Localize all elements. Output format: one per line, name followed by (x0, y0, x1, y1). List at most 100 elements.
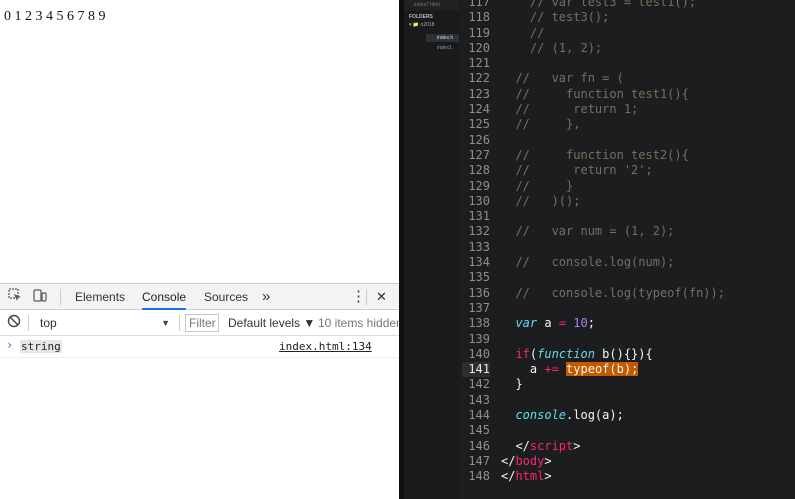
code-line[interactable]: 146 </script> (404, 439, 795, 454)
code-line[interactable]: 135 (404, 270, 795, 285)
line-number: 132 (468, 224, 490, 239)
line-number: 131 (468, 209, 490, 224)
code-line[interactable]: 124 // return 1; (404, 102, 795, 117)
code-text[interactable]: } (501, 377, 522, 392)
code-text[interactable]: // var num = (1, 2); (501, 224, 674, 239)
code-text[interactable]: </body> (501, 454, 552, 469)
devtools-panel: Elements Console Sources » ⋮ ✕ top ▼ Fil… (0, 283, 399, 499)
line-number: 136 (468, 285, 490, 300)
code-line[interactable]: 125 // }, (404, 117, 795, 132)
code-line[interactable]: 143 (404, 393, 795, 408)
code-text[interactable]: // console.log(typeof(fn)); (501, 286, 725, 301)
device-toolbar-icon[interactable] (31, 288, 49, 306)
line-number: 129 (468, 178, 490, 193)
code-text[interactable]: // function test2(){ (501, 148, 688, 163)
tab-separator (60, 289, 61, 305)
console-log-source-link[interactable]: index.html:134 (279, 340, 372, 353)
code-lines[interactable]: 117 // var test3 = test1(); 118 // test3(… (404, 0, 795, 485)
code-line[interactable]: 144 console.log(a); (404, 408, 795, 423)
code-line[interactable]: 117 // var test3 = test1(); (404, 0, 795, 10)
context-selector[interactable]: top ▼ (36, 313, 174, 333)
code-line[interactable]: 136 // console.log(typeof(fn)); (404, 286, 795, 301)
line-number: 125 (468, 117, 490, 132)
line-number: 142 (468, 377, 490, 392)
code-line[interactable]: 141 a += typeof(b); (404, 362, 795, 378)
code-line[interactable]: 131 (404, 209, 795, 224)
toolbar-separator (28, 315, 29, 331)
code-line[interactable]: 134 // console.log(num); (404, 255, 795, 270)
devtools-menu-icon[interactable]: ⋮ (351, 284, 366, 310)
code-line[interactable]: 147 </body> (404, 454, 795, 469)
clear-console-icon[interactable] (5, 314, 23, 332)
code-text[interactable]: </html> (501, 469, 552, 484)
tab-separator (366, 289, 367, 305)
code-line[interactable]: 145 (404, 423, 795, 438)
line-number: 139 (468, 331, 490, 346)
code-line[interactable]: 120 // (1, 2); (404, 41, 795, 56)
code-text[interactable]: // (1, 2); (501, 41, 602, 56)
code-line[interactable]: 122 // var fn = ( (404, 71, 795, 86)
code-line[interactable]: 126 (404, 133, 795, 148)
code-text[interactable]: // (501, 26, 544, 41)
toolbar-separator (179, 315, 180, 331)
inspect-element-icon[interactable] (6, 288, 24, 306)
console-prompt-icon[interactable]: › (6, 338, 13, 352)
tab-console[interactable]: Console (142, 284, 187, 310)
line-number: 144 (468, 408, 490, 423)
code-line[interactable]: 137 (404, 301, 795, 316)
code-line[interactable]: 127 // function test2(){ (404, 148, 795, 163)
code-line[interactable]: 129 // } (404, 179, 795, 194)
line-number: 127 (468, 147, 490, 162)
code-text[interactable]: var a = 10; (501, 316, 595, 331)
code-text[interactable]: // var fn = ( (501, 71, 623, 86)
line-number: 146 (468, 438, 490, 453)
code-line[interactable]: 133 (404, 240, 795, 255)
code-line[interactable]: 138 var a = 10; (404, 316, 795, 331)
line-number: 121 (468, 56, 490, 71)
code-line[interactable]: 132 // var num = (1, 2); (404, 224, 795, 239)
page-output-text: 0 1 2 3 4 5 6 7 8 9 (4, 9, 106, 24)
browser-viewport: 0 1 2 3 4 5 6 7 8 9 Elements Console Sou… (0, 0, 399, 499)
line-number: 143 (468, 392, 490, 407)
code-editor: index7.html FOLDERS ▾ 📁 n2018 index.h in… (404, 0, 795, 499)
code-line[interactable]: 139 (404, 332, 795, 347)
line-number: 147 (468, 453, 490, 468)
code-text[interactable]: // var test3 = test1(); (501, 0, 696, 10)
more-tabs-icon[interactable]: » (262, 284, 270, 310)
filter-input[interactable]: Filter (185, 314, 219, 332)
code-line[interactable]: 119 // (404, 26, 795, 41)
code-text[interactable]: // console.log(num); (501, 255, 674, 270)
code-line[interactable]: 128 // return '2'; (404, 163, 795, 178)
code-text[interactable]: // )(); (501, 194, 580, 209)
tab-elements[interactable]: Elements (75, 284, 125, 310)
console-log-value: string (20, 340, 62, 353)
console-toolbar: top ▼ Filter Default levels ▼ 10 items h… (0, 310, 399, 336)
devtools-tab-bar: Elements Console Sources » ⋮ ✕ (0, 284, 399, 310)
line-number: 137 (468, 300, 490, 315)
code-text[interactable]: // test3(); (501, 10, 609, 25)
code-line[interactable]: 142 } (404, 377, 795, 392)
code-text[interactable]: if(function b(){}){ (501, 347, 652, 362)
line-number: 126 (468, 132, 490, 147)
line-number: 124 (468, 102, 490, 117)
line-number: 138 (468, 316, 490, 331)
tab-sources[interactable]: Sources (204, 284, 248, 310)
log-levels-dropdown[interactable]: Default levels ▼ (228, 313, 315, 333)
line-number: 134 (468, 255, 490, 270)
code-text[interactable]: // } (501, 179, 573, 194)
code-text[interactable]: // return '2'; (501, 163, 652, 178)
code-line[interactable]: 130 // )(); (404, 194, 795, 209)
code-text[interactable]: </script> (501, 439, 580, 454)
code-text[interactable]: // return 1; (501, 102, 638, 117)
code-line[interactable]: 123 // function test1(){ (404, 87, 795, 102)
code-line[interactable]: 140 if(function b(){}){ (404, 347, 795, 362)
code-line[interactable]: 118 // test3(); (404, 10, 795, 25)
hidden-items-count: 10 items hidden (318, 316, 399, 330)
code-text[interactable]: a += typeof(b); (501, 362, 639, 377)
code-line[interactable]: 148 </html> (404, 469, 795, 484)
code-text[interactable]: console.log(a); (501, 408, 623, 423)
code-line[interactable]: 121 (404, 56, 795, 71)
code-text[interactable]: // function test1(){ (501, 87, 688, 102)
close-devtools-icon[interactable]: ✕ (376, 284, 387, 310)
code-text[interactable]: // }, (501, 117, 580, 132)
